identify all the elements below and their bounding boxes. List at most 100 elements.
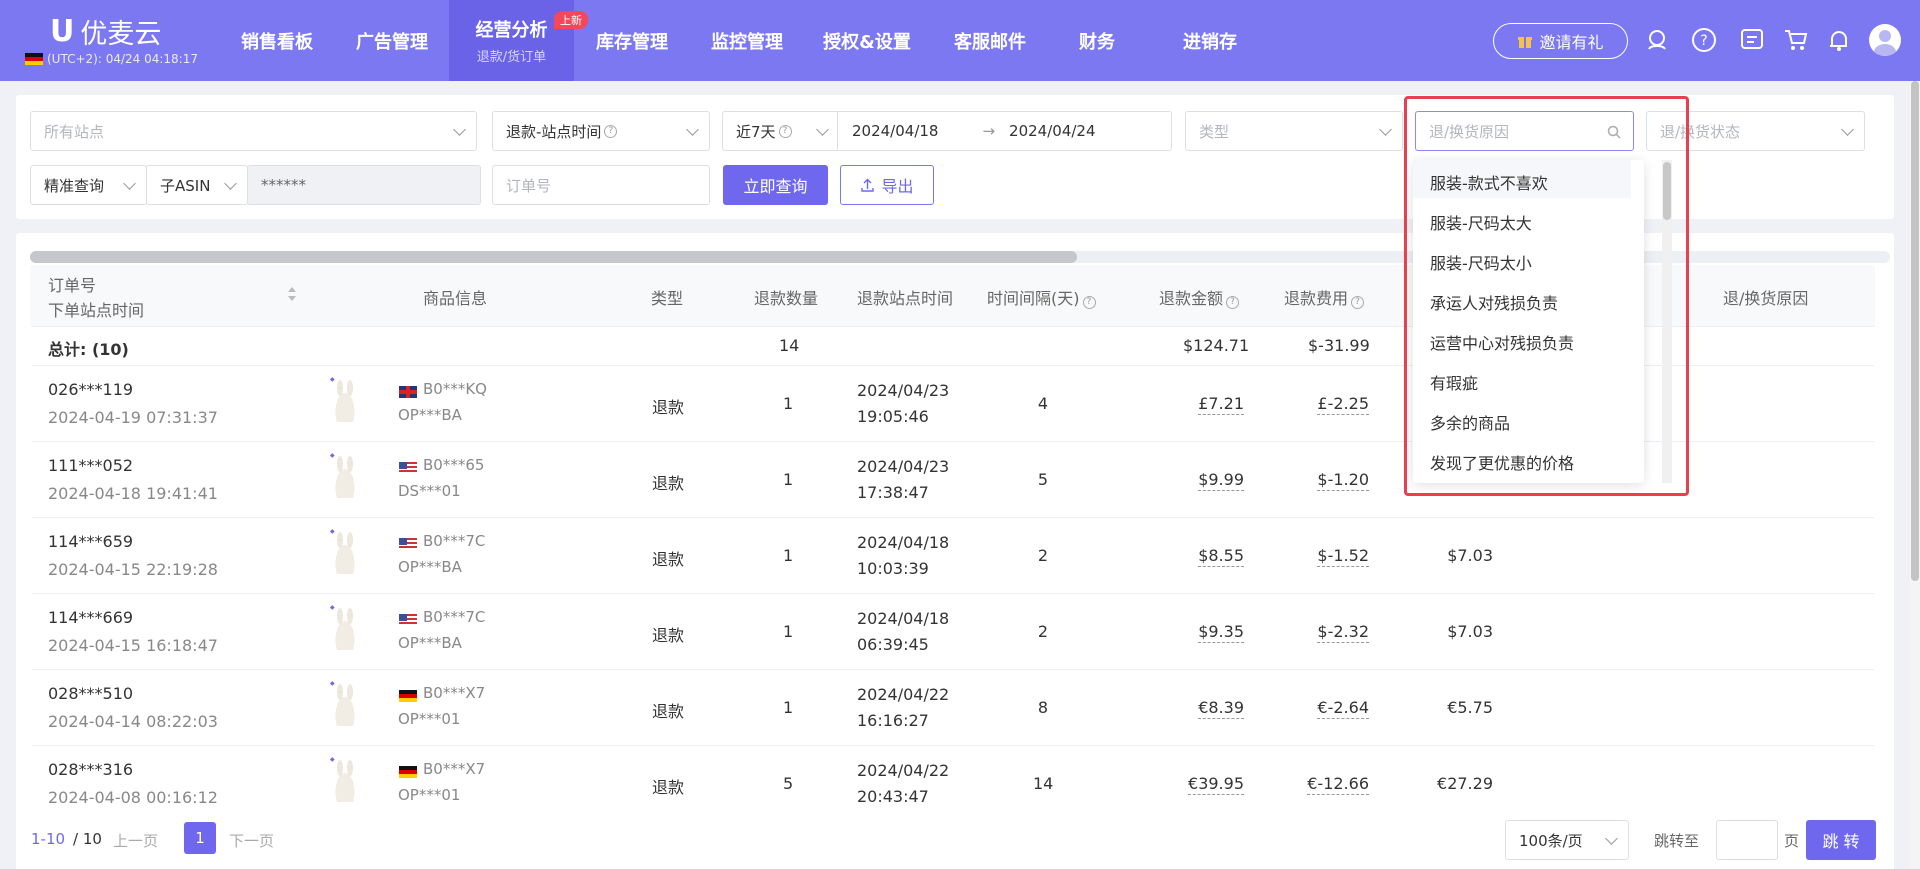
product-thumbnail[interactable]: ◆ [330, 756, 360, 806]
type-select[interactable]: 类型 [1185, 111, 1403, 151]
prev-page-button[interactable]: 上一页 [113, 830, 158, 851]
refund-type: 退款 [652, 778, 685, 797]
query-button[interactable]: 立即查询 [723, 165, 828, 205]
refund-fee[interactable]: €-2.64 [1317, 698, 1369, 719]
refund-amount[interactable]: $9.35 [1198, 622, 1244, 643]
refund-qty: 1 [783, 394, 794, 413]
help-icon[interactable]: ? [1691, 27, 1717, 53]
header-interval-label: 时间间隔(天) [987, 289, 1080, 308]
date-end-input[interactable]: 2024/04/24 [1009, 122, 1095, 140]
refund-type: 退款 [652, 474, 685, 493]
asin-input[interactable]: ****** [247, 165, 481, 205]
order-number[interactable]: 114***669 [48, 608, 133, 627]
sort-icon[interactable] [287, 286, 297, 302]
refund-fee[interactable]: €-12.66 [1307, 774, 1369, 795]
pagination-total: / 10 [73, 830, 102, 848]
refund-qty: 1 [783, 698, 794, 717]
product-sku: OP***BA [398, 558, 462, 576]
time-type-select[interactable]: 退款-站点时间? [492, 111, 710, 151]
page-scrollbar-thumb[interactable] [1911, 81, 1919, 581]
refund-fee[interactable]: $-1.52 [1317, 546, 1369, 567]
nav-sales-dashboard[interactable]: 销售看板 [227, 0, 327, 81]
product-asin[interactable]: B0***7C [423, 608, 485, 626]
germany-flag-icon [25, 53, 43, 65]
order-number[interactable]: 026***119 [48, 380, 133, 399]
nav-label: 授权&设置 [823, 31, 911, 53]
brand-mark: ◆ [330, 680, 335, 687]
cart-icon[interactable] [1783, 27, 1809, 53]
range-preset-select[interactable]: 近7天? [723, 112, 838, 150]
user-avatar[interactable] [1869, 24, 1901, 56]
asin-type-select[interactable]: 子ASIN [146, 165, 248, 205]
refund-time: 10:03:39 [857, 559, 929, 578]
refund-amount[interactable]: $8.55 [1198, 546, 1244, 567]
chevron-down-icon [123, 177, 136, 190]
customer-service-icon[interactable] [1644, 27, 1670, 53]
nav-authorization-settings[interactable]: 授权&设置 [812, 0, 922, 81]
date-start-input[interactable]: 2024/04/18 [852, 122, 938, 140]
order-number[interactable]: 028***510 [48, 684, 133, 703]
product-sku: OP***01 [398, 710, 461, 728]
product-asin[interactable]: B0***65 [423, 456, 484, 474]
range-preset-label: 近7天 [736, 122, 776, 141]
jump-page-input[interactable] [1716, 820, 1778, 860]
product-thumbnail[interactable]: ◆ [330, 604, 360, 654]
header-refund-amount: 退款金额? [1159, 285, 1240, 309]
refund-date: 2024/04/23 [857, 457, 950, 476]
product-thumbnail[interactable]: ◆ [330, 376, 360, 426]
product-thumbnail[interactable]: ◆ [330, 528, 360, 578]
order-number[interactable]: 111***052 [48, 456, 133, 475]
refund-time: 19:05:46 [857, 407, 929, 426]
nav-business-analysis[interactable]: 经营分析 退款/货订单 [449, 0, 574, 81]
refund-fee[interactable]: $-2.32 [1317, 622, 1369, 643]
product-asin[interactable]: B0***X7 [423, 684, 485, 702]
product-image [333, 532, 357, 574]
scrollbar-thumb[interactable] [30, 251, 1077, 263]
export-button[interactable]: 导出 [840, 165, 934, 205]
refund-amount[interactable]: £7.21 [1198, 394, 1244, 415]
interval-days: 5 [1037, 470, 1049, 489]
app-logo[interactable]: U 优麦云 [50, 12, 161, 51]
invite-button[interactable]: 邀请有礼 [1493, 23, 1628, 59]
order-number[interactable]: 114***659 [48, 532, 133, 551]
order-number[interactable]: 028***316 [48, 760, 133, 779]
jump-button[interactable]: 跳 转 [1806, 820, 1876, 860]
refund-fee[interactable]: $-1.20 [1317, 470, 1369, 491]
nav-finance[interactable]: 财务 [1057, 0, 1137, 81]
refund-fee[interactable]: £-2.25 [1317, 394, 1369, 415]
bell-icon[interactable] [1826, 27, 1852, 53]
header-order-number: 订单号 [48, 276, 97, 295]
chevron-down-icon [1379, 123, 1392, 136]
question-icon: ? [1226, 296, 1240, 309]
refund-amount[interactable]: $9.99 [1198, 470, 1244, 491]
date-range-picker[interactable]: 近7天? 2024/04/18 → 2024/04/24 [722, 111, 1172, 151]
nav-label: 经营分析 [475, 20, 548, 41]
message-icon[interactable] [1739, 27, 1765, 53]
nav-inventory[interactable]: 库存管理 [582, 0, 682, 81]
site-flag-icon [399, 614, 417, 626]
question-icon: ? [778, 124, 792, 138]
invite-label: 邀请有礼 [1539, 33, 1604, 52]
product-asin[interactable]: B0***X7 [423, 760, 485, 778]
product-thumbnail[interactable]: ◆ [330, 452, 360, 502]
next-page-button[interactable]: 下一页 [229, 830, 274, 851]
product-asin[interactable]: B0***KQ [423, 380, 487, 398]
product-sku: OP***BA [398, 634, 462, 652]
nav-monitoring[interactable]: 监控管理 [697, 0, 797, 81]
nav-purchase-sales-stock[interactable]: 进销存 [1160, 0, 1260, 81]
product-thumbnail[interactable]: ◆ [330, 680, 360, 730]
page-vertical-scrollbar[interactable] [1910, 81, 1920, 869]
nav-ad-management[interactable]: 广告管理 [342, 0, 442, 81]
current-page-button[interactable]: 1 [184, 822, 216, 854]
refund-amount[interactable]: €39.95 [1188, 774, 1244, 795]
refund-date: 2024/04/22 [857, 761, 950, 780]
query-mode-select[interactable]: 精准查询 [30, 165, 147, 205]
total-label: 总计: (10) [48, 340, 129, 359]
site-select[interactable]: 所有站点 [30, 111, 477, 151]
refund-amount[interactable]: €8.39 [1198, 698, 1244, 719]
nav-customer-email[interactable]: 客服邮件 [940, 0, 1040, 81]
order-number-input[interactable]: 订单号 [492, 165, 710, 205]
page-size-select[interactable]: 100条/页 [1505, 820, 1629, 860]
refund-time: 17:38:47 [857, 483, 929, 502]
product-asin[interactable]: B0***7C [423, 532, 485, 550]
